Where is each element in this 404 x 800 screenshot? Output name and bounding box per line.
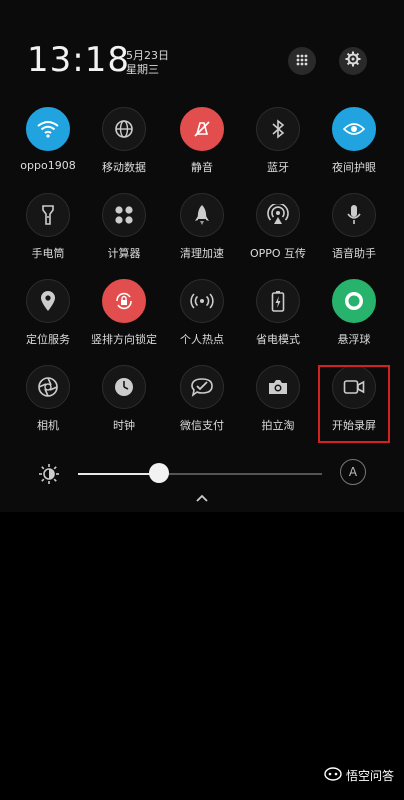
tile-label: 微信支付	[180, 419, 224, 432]
date-block: 5月23日 星期三	[126, 49, 169, 77]
float-ball-icon	[332, 279, 376, 323]
tile-label: OPPO 互传	[249, 247, 307, 260]
tile-mobile-data[interactable]: 移动数据	[86, 107, 162, 175]
tile-rotation-lock[interactable]: 竖排方向锁定	[86, 279, 162, 347]
brightness-thumb[interactable]	[148, 463, 169, 483]
edit-tiles-button[interactable]	[288, 47, 316, 75]
clock-icon	[102, 365, 146, 409]
brightness-slider[interactable]	[78, 473, 322, 475]
tile-row-2: 手电筒 计算器 清理加速 OPPO 互传 语音助手	[0, 193, 404, 273]
tile-label: oppo1908	[20, 159, 76, 172]
clock-time: 13:18	[27, 40, 130, 80]
flashlight-icon	[26, 193, 70, 237]
tile-pailitao[interactable]: 拍立淘	[240, 365, 316, 433]
tile-wifi[interactable]: oppo1908	[10, 107, 86, 172]
rocket-icon	[180, 193, 224, 237]
tile-cleanup[interactable]: 清理加速	[164, 193, 240, 261]
tile-label: 竖排方向锁定	[91, 333, 157, 346]
tile-label: 静音	[191, 161, 213, 174]
eye-icon	[332, 107, 376, 151]
gear-icon	[345, 51, 361, 71]
tile-label: 手电筒	[31, 247, 65, 260]
date-text: 5月23日	[126, 49, 169, 62]
tile-row-3: 定位服务 竖排方向锁定 个人热点 省电模式 悬浮球	[0, 279, 404, 359]
tile-label: 语音助手	[332, 247, 376, 260]
tile-flashlight[interactable]: 手电筒	[10, 193, 86, 261]
tile-location[interactable]: 定位服务	[10, 279, 86, 347]
battery-icon	[256, 279, 300, 323]
mic-icon	[332, 193, 376, 237]
brightness-icon	[38, 463, 60, 489]
bluetooth-icon	[256, 107, 300, 151]
tile-power-saving[interactable]: 省电模式	[240, 279, 316, 347]
calculator-icon	[102, 193, 146, 237]
mute-icon	[180, 107, 224, 151]
globe-icon	[102, 107, 146, 151]
quick-settings-panel: 13:18 5月23日 星期三 oppo1908 移动数据 静音 蓝牙 夜间护眼…	[0, 0, 404, 512]
transfer-icon	[256, 193, 300, 237]
weekday-text: 星期三	[126, 63, 159, 76]
watermark-logo-icon	[324, 767, 342, 784]
tile-label: 悬浮球	[337, 333, 371, 346]
highlight-box	[318, 365, 390, 443]
tile-label: 个人热点	[180, 333, 224, 346]
location-icon	[26, 279, 70, 323]
photo-camera-icon	[256, 365, 300, 409]
wechat-pay-icon	[180, 365, 224, 409]
tile-label: 时钟	[113, 419, 135, 432]
auto-brightness-button[interactable]: A	[340, 459, 366, 485]
tile-label: 蓝牙	[267, 161, 289, 174]
tile-label: 省电模式	[256, 333, 300, 346]
tile-label: 夜间护眼	[332, 161, 376, 174]
tile-label: 相机	[37, 419, 59, 432]
tile-label: 移动数据	[102, 161, 146, 174]
tile-silent[interactable]: 静音	[164, 107, 240, 175]
settings-button[interactable]	[339, 47, 367, 75]
tile-oppo-share[interactable]: OPPO 互传	[240, 193, 316, 261]
collapse-chevron-icon[interactable]	[192, 488, 212, 508]
tile-row-1: oppo1908 移动数据 静音 蓝牙 夜间护眼	[0, 107, 404, 187]
tile-label: 计算器	[107, 247, 141, 260]
tile-night-mode[interactable]: 夜间护眼	[316, 107, 392, 175]
tile-camera[interactable]: 相机	[10, 365, 86, 433]
tile-voice-assistant[interactable]: 语音助手	[316, 193, 392, 261]
tile-float-ball[interactable]: 悬浮球	[316, 279, 392, 347]
grid-icon	[295, 52, 309, 71]
brightness-fill	[78, 473, 159, 475]
hotspot-icon	[180, 279, 224, 323]
camera-aperture-icon	[26, 365, 70, 409]
tile-hotspot[interactable]: 个人热点	[164, 279, 240, 347]
tile-clock[interactable]: 时钟	[86, 365, 162, 433]
tile-calculator[interactable]: 计算器	[86, 193, 162, 261]
tile-label: 清理加速	[180, 247, 224, 260]
watermark: 悟空问答	[324, 767, 394, 784]
tile-wechat-pay[interactable]: 微信支付	[164, 365, 240, 433]
rotation-lock-icon	[102, 279, 146, 323]
watermark-text: 悟空问答	[345, 769, 394, 783]
tile-label: 拍立淘	[261, 419, 295, 432]
wifi-icon	[26, 107, 70, 151]
tile-bluetooth[interactable]: 蓝牙	[240, 107, 316, 175]
tile-label: 定位服务	[26, 333, 70, 346]
